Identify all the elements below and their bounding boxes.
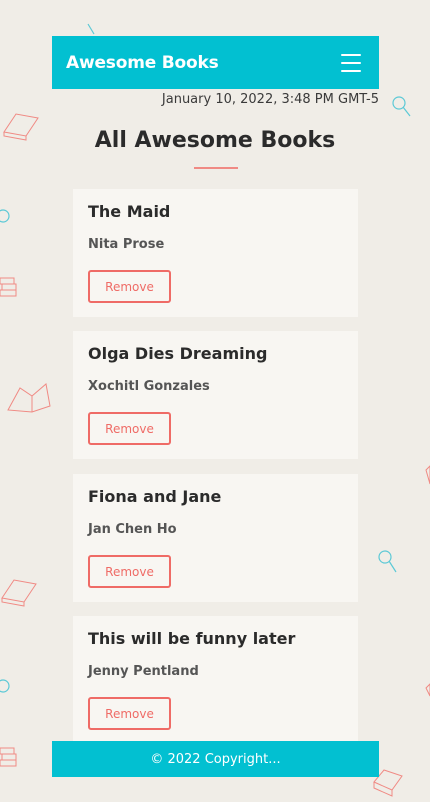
book-card: Fiona and Jane Jan Chen Ho Remove	[73, 474, 358, 602]
book-title: The Maid	[88, 202, 171, 221]
book-title: This will be funny later	[88, 629, 296, 648]
magnifier-doodle-icon	[0, 679, 10, 693]
book-author: Nita Prose	[88, 237, 165, 252]
magnifier-doodle-icon	[0, 209, 10, 223]
remove-button[interactable]: Remove	[88, 270, 171, 303]
book-stack-icon	[0, 747, 17, 767]
book-author: Jenny Pentland	[88, 664, 199, 679]
book-corner-icon	[425, 465, 430, 485]
book-author: Xochitl Gonzales	[88, 379, 210, 394]
open-book-icon	[7, 383, 51, 413]
pencil-doodle-icon	[87, 23, 95, 35]
book-title: Fiona and Jane	[88, 487, 222, 506]
remove-button[interactable]: Remove	[88, 555, 171, 588]
hamburger-menu-icon[interactable]	[341, 53, 361, 72]
copyright-text: © 2022 Copyright...	[150, 751, 281, 767]
current-datetime: January 10, 2022, 3:48 PM GMT-5	[161, 92, 379, 107]
navbar: Awesome Books	[52, 36, 379, 89]
book-corner-icon	[425, 683, 430, 697]
footer: © 2022 Copyright...	[52, 741, 379, 777]
book-stack-icon	[0, 277, 17, 297]
brand-logo[interactable]: Awesome Books	[66, 53, 219, 73]
book-card: Olga Dies Dreaming Xochitl Gonzales Remo…	[73, 331, 358, 459]
book-doodle-icon	[1, 579, 37, 607]
page-title: All Awesome Books	[94, 128, 336, 153]
magnifier-doodle-icon	[392, 96, 411, 117]
magnifier-doodle-icon	[378, 550, 397, 573]
book-card: This will be funny later Jenny Pentland …	[73, 616, 358, 744]
title-underline	[194, 167, 238, 169]
book-author: Jan Chen Ho	[88, 522, 177, 537]
remove-button[interactable]: Remove	[88, 697, 171, 730]
remove-button[interactable]: Remove	[88, 412, 171, 445]
page: Awesome Books January 10, 2022, 3:48 PM …	[0, 0, 430, 802]
book-title: Olga Dies Dreaming	[88, 344, 268, 363]
book-card: The Maid Nita Prose Remove	[73, 189, 358, 317]
